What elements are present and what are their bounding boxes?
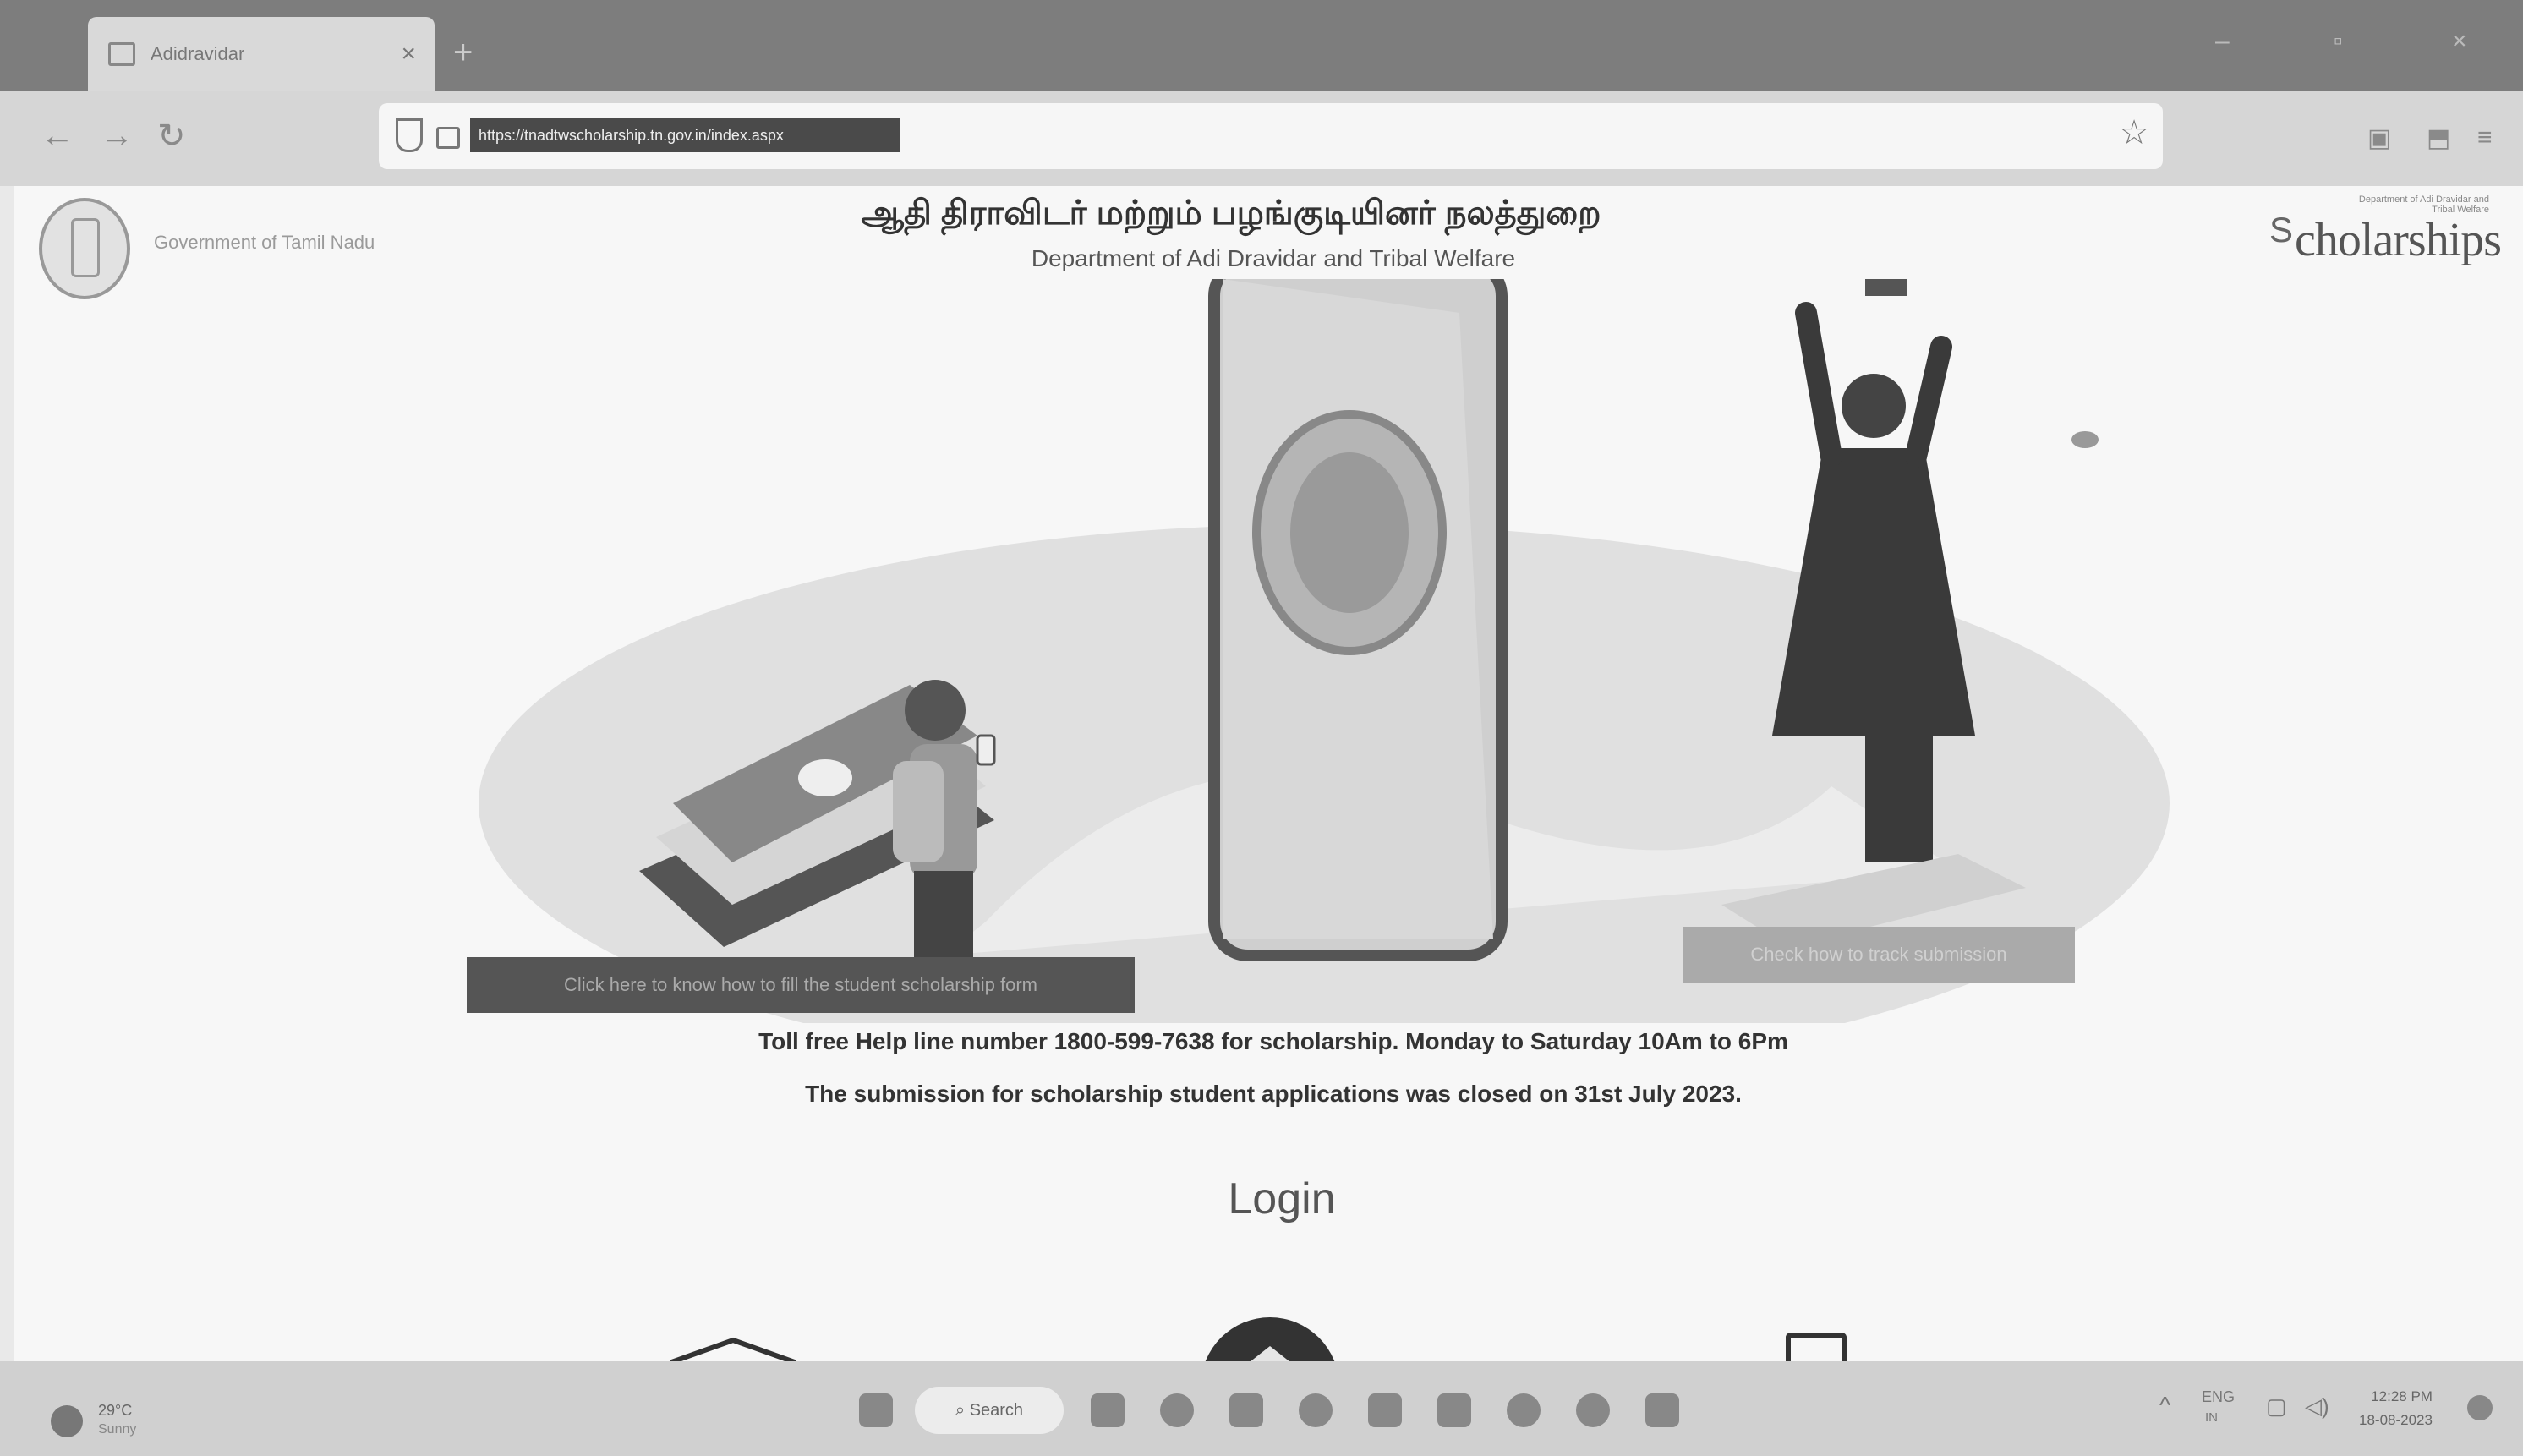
- address-bar[interactable]: https://tnadtwscholarship.tn.gov.in/inde…: [379, 103, 2163, 169]
- graduate-head: [1842, 374, 1906, 438]
- shield-icon[interactable]: [396, 118, 423, 152]
- student-head: [905, 680, 966, 741]
- student-phone: [976, 734, 996, 766]
- student-backpack: [893, 761, 944, 862]
- firefox-icon[interactable]: [1507, 1393, 1541, 1427]
- scholarships-logo: Department of Adi Dravidar and Tribal We…: [2269, 191, 2506, 284]
- tab-close-icon[interactable]: ×: [401, 40, 416, 68]
- browser-tab-active[interactable]: Adidravidar ×: [88, 17, 435, 91]
- tamil-department-title: ஆதி திராவிடர் மற்றும் பழங்குடியினர் நலத்…: [861, 194, 1601, 232]
- app-icon[interactable]: [1576, 1393, 1610, 1427]
- department-title: Department of Adi Dravidar and Tribal We…: [1031, 245, 1516, 271]
- bookmark-star-icon[interactable]: ☆: [2119, 113, 2149, 152]
- browser-nav-bar: ← → ↻ https://tnadtwscholarship.tn.gov.i…: [0, 91, 2523, 186]
- phone-link-icon[interactable]: [1645, 1393, 1679, 1427]
- language-indicator[interactable]: ENG: [2202, 1388, 2235, 1406]
- helpline-text: Toll free Help line number 1800-599-7638…: [758, 1028, 1788, 1054]
- chat-icon[interactable]: [1160, 1393, 1194, 1427]
- book-emblem: [798, 759, 852, 796]
- tamil-nadu-emblem-icon: [39, 198, 130, 299]
- notification-icon[interactable]: [2467, 1395, 2493, 1420]
- weather-condition: Sunny: [98, 1422, 137, 1437]
- forward-arrow-icon[interactable]: →: [100, 117, 134, 155]
- web-page: Government of Tamil Nadu ஆதி திராவிடர் ம…: [14, 186, 2523, 1361]
- phone-lock-inner: [1290, 452, 1409, 613]
- network-icon[interactable]: ▢: [2266, 1393, 2287, 1420]
- search-icon: ⌕: [955, 1400, 970, 1420]
- file-explorer-icon[interactable]: [1368, 1393, 1402, 1427]
- windows-taskbar: 29°C Sunny ⌕ Search ^ ENG IN ▢ ◁) 12:28 …: [0, 1361, 2523, 1456]
- store-icon[interactable]: [1437, 1393, 1471, 1427]
- government-label: Government of Tamil Nadu: [154, 232, 375, 253]
- track-submission-button[interactable]: Check how to track submission: [1683, 927, 2075, 983]
- new-tab-button[interactable]: +: [453, 34, 473, 72]
- window-minimize-button[interactable]: –: [2215, 27, 2230, 56]
- window-close-button[interactable]: ×: [2452, 27, 2467, 56]
- url-text[interactable]: https://tnadtwscholarship.tn.gov.in/inde…: [470, 118, 900, 152]
- window-maximize-button[interactable]: ▫: [2334, 27, 2343, 56]
- tray-chevron-up-icon[interactable]: ^: [2159, 1392, 2170, 1419]
- weather-temperature: 29°C: [98, 1402, 133, 1419]
- browser-tab-strip: Adidravidar × + – ▫ ×: [0, 0, 2523, 91]
- scholarships-logo-small-text: Department of Adi Dravidar and Tribal We…: [2358, 194, 2489, 215]
- sun-weather-icon[interactable]: [51, 1405, 83, 1437]
- graduation-cap-icon[interactable]: [670, 1336, 796, 1361]
- lock-icon[interactable]: [436, 127, 460, 149]
- graduate-legs: [1865, 736, 1933, 862]
- taskbar-search[interactable]: ⌕ Search: [915, 1387, 1064, 1434]
- leaf-shape: [2071, 431, 2099, 448]
- institution-login-icon[interactable]: [1201, 1317, 1339, 1361]
- clock-time: 12:28 PM: [2371, 1388, 2433, 1404]
- mail-icon[interactable]: [1229, 1393, 1263, 1427]
- submission-closed-text: The submission for scholarship student a…: [805, 1081, 1742, 1107]
- extensions-icon[interactable]: ⬒: [2427, 123, 2450, 153]
- task-view-icon[interactable]: [1091, 1393, 1125, 1427]
- graduate-gown: [1772, 448, 1975, 736]
- officer-login-icon[interactable]: [1786, 1333, 1847, 1361]
- taskbar-search-label: Search: [969, 1400, 1024, 1420]
- hero-illustration: [479, 279, 2170, 1023]
- tab-favicon-icon: [108, 42, 135, 66]
- scholarships-logo-text: cholarships: [2295, 214, 2502, 266]
- scholarships-logo-cap: S: [2269, 210, 2294, 249]
- back-arrow-icon[interactable]: ←: [41, 117, 74, 155]
- clock[interactable]: 12:28 PM 18-08-2023: [2359, 1385, 2433, 1432]
- login-heading: Login: [1228, 1174, 1336, 1223]
- grad-cap-shape: [1865, 279, 1907, 296]
- graduate-arm-left: [1795, 302, 1842, 468]
- reload-icon[interactable]: ↻: [157, 117, 186, 156]
- volume-icon[interactable]: ◁): [2305, 1393, 2329, 1420]
- collections-icon[interactable]: ▣: [2367, 123, 2391, 153]
- howto-fill-form-button[interactable]: Click here to know how to fill the stude…: [467, 957, 1135, 1013]
- language-region[interactable]: IN: [2205, 1410, 2218, 1425]
- start-menu-icon[interactable]: [859, 1393, 893, 1427]
- tab-title: Adidravidar: [151, 43, 245, 64]
- menu-icon[interactable]: ≡: [2477, 123, 2493, 152]
- clock-date: 18-08-2023: [2359, 1412, 2433, 1428]
- edge-browser-icon[interactable]: [1299, 1393, 1333, 1427]
- graduate-arm-right: [1905, 336, 1952, 468]
